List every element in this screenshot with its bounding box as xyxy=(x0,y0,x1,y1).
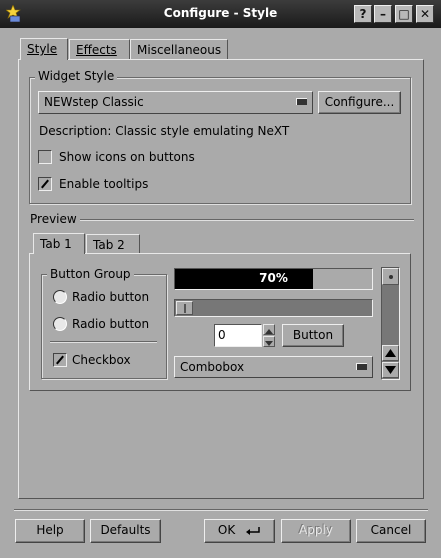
spin-box-value: 0 xyxy=(218,328,226,342)
scroll-up-button[interactable] xyxy=(382,345,399,361)
dropdown-arrow-icon xyxy=(356,363,367,370)
defaults-button[interactable]: Defaults xyxy=(90,519,161,543)
minimize-button[interactable]: – xyxy=(374,5,392,23)
close-button[interactable]: ✕ xyxy=(416,5,434,23)
tab-style[interactable]: Style xyxy=(20,38,68,60)
style-description: Description: Classic style emulating NeX… xyxy=(39,124,290,138)
preview-separator xyxy=(30,219,414,221)
enable-tooltips-label[interactable]: Enable tooltips xyxy=(59,177,148,191)
preview-title: Preview xyxy=(27,212,80,226)
cancel-label: Cancel xyxy=(370,523,412,537)
slider-track[interactable] xyxy=(174,299,373,317)
configure-button[interactable]: Configure... xyxy=(318,91,401,114)
progress-bar: 70% xyxy=(174,268,373,290)
arrow-down-icon xyxy=(265,341,273,346)
widget-style-group-title: Widget Style xyxy=(35,69,118,83)
footer-separator xyxy=(14,509,428,511)
progress-bar-text: 70% xyxy=(259,271,288,285)
preview-button-label: Button xyxy=(292,328,334,342)
widget-style-select[interactable]: NEWstep Classic xyxy=(38,91,313,114)
tab-miscellaneous[interactable]: Miscellaneous xyxy=(130,39,228,59)
radio-button-1[interactable] xyxy=(53,290,67,304)
minimize-icon: – xyxy=(380,7,386,21)
preview-combobox[interactable]: Combobox xyxy=(174,356,373,378)
show-icons-checkbox[interactable] xyxy=(38,150,52,164)
help-icon: ? xyxy=(359,7,367,21)
maximize-icon: □ xyxy=(398,7,410,21)
preview-checkbox[interactable] xyxy=(53,353,67,367)
spin-up-button[interactable] xyxy=(263,324,275,335)
help-button[interactable]: ? xyxy=(354,5,372,23)
defaults-label: Defaults xyxy=(100,523,151,537)
spin-down-button[interactable] xyxy=(263,336,275,347)
preview-combobox-value: Combobox xyxy=(180,360,245,374)
preview-tab-2[interactable]: Tab 2 xyxy=(86,234,140,254)
apply-button[interactable]: Apply xyxy=(281,519,351,543)
widget-style-selected: NEWstep Classic xyxy=(44,95,144,109)
button-group-title: Button Group xyxy=(47,267,134,281)
radio-button-2-label[interactable]: Radio button xyxy=(72,317,149,331)
slider-handle[interactable] xyxy=(176,301,193,315)
preview-button[interactable]: Button xyxy=(282,324,344,347)
preview-checkbox-label[interactable]: Checkbox xyxy=(72,353,131,367)
radio-button-2[interactable] xyxy=(53,317,67,331)
vertical-scrollbar[interactable] xyxy=(381,267,400,380)
ok-label: OK xyxy=(217,523,236,537)
tab-effects[interactable]: Effects xyxy=(69,39,130,59)
ok-button[interactable]: OK xyxy=(204,519,275,543)
return-arrow-icon xyxy=(246,526,260,535)
arrow-up-icon xyxy=(265,329,273,334)
scroll-down-button[interactable] xyxy=(382,362,399,378)
button-group-separator xyxy=(50,341,157,343)
title-bar[interactable]: Configure - Style ? – □ ✕ xyxy=(0,0,441,28)
preview-tab-1-label: Tab 1 xyxy=(40,237,72,251)
apply-label: Apply xyxy=(299,523,333,537)
enable-tooltips-checkbox[interactable] xyxy=(38,177,52,191)
cancel-button[interactable]: Cancel xyxy=(356,519,426,543)
arrow-up-icon xyxy=(385,349,396,357)
dropdown-arrow-icon xyxy=(296,98,307,105)
preview-tab-1[interactable]: Tab 1 xyxy=(33,233,85,254)
spin-box-input[interactable]: 0 xyxy=(214,324,262,347)
arrow-down-icon xyxy=(385,366,396,374)
configure-button-label: Configure... xyxy=(324,95,395,109)
tab-style-label: Style xyxy=(27,42,58,56)
close-icon: ✕ xyxy=(419,7,431,21)
tab-effects-label: Effects xyxy=(76,43,117,57)
maximize-button[interactable]: □ xyxy=(395,5,413,23)
show-icons-label[interactable]: Show icons on buttons xyxy=(59,150,195,164)
scrollbar-thumb[interactable] xyxy=(382,268,399,285)
tab-miscellaneous-label: Miscellaneous xyxy=(137,43,222,57)
help-footer-button[interactable]: Help xyxy=(15,519,85,543)
radio-button-1-label[interactable]: Radio button xyxy=(72,290,149,304)
preview-tab-2-label: Tab 2 xyxy=(93,238,125,252)
help-footer-label: Help xyxy=(36,523,64,537)
